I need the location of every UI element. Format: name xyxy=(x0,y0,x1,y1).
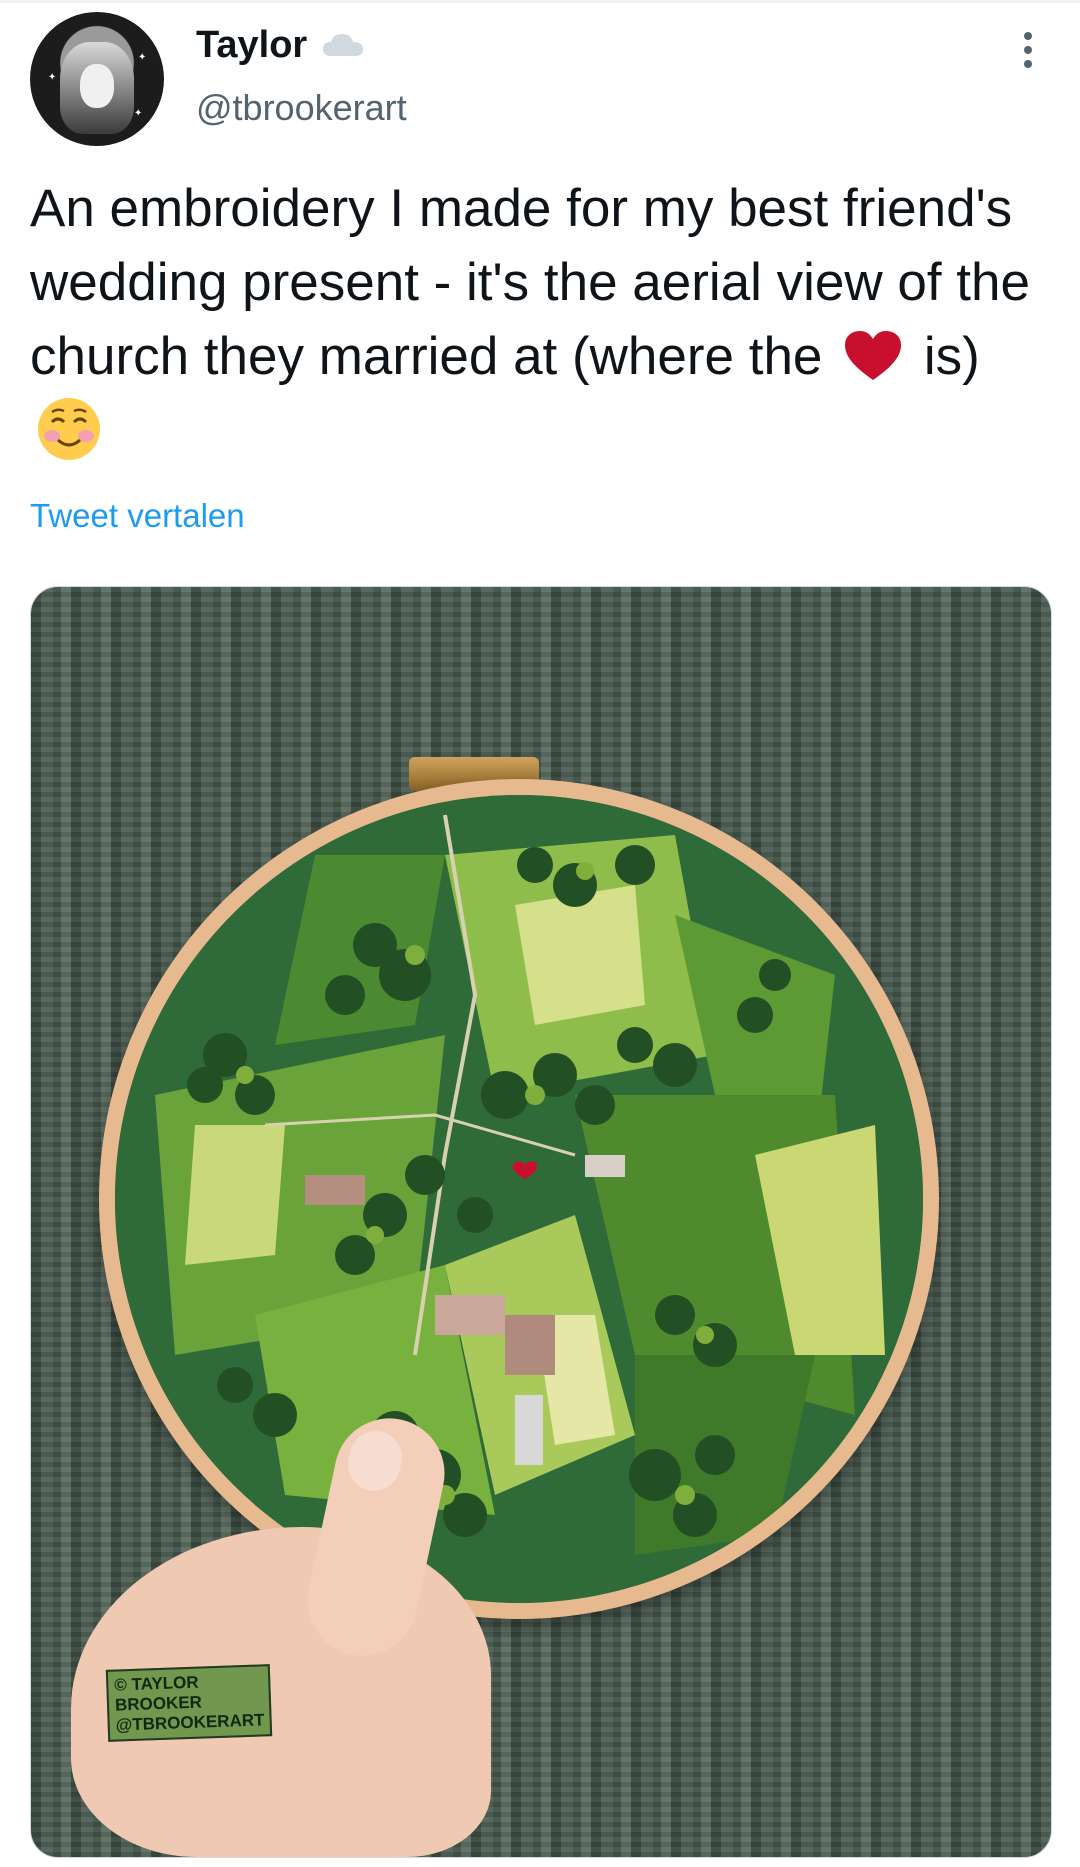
embroidery-fields-illustration xyxy=(115,795,923,1603)
author-name-row: Taylor xyxy=(196,22,365,68)
embroidered-aerial-view xyxy=(115,795,923,1603)
star-icon: ✦ xyxy=(48,72,57,83)
more-options-icon[interactable] xyxy=(1020,30,1036,70)
red-heart-icon xyxy=(845,331,902,380)
user-handle[interactable]: @tbrookerart xyxy=(196,86,407,130)
embroidery-hoop xyxy=(99,779,939,1619)
avatar[interactable]: ✦ ✦ ✦ xyxy=(30,12,164,146)
display-name[interactable]: Taylor xyxy=(196,22,307,68)
translate-tweet-link[interactable]: Tweet vertalen xyxy=(30,494,245,538)
avatar-face xyxy=(80,64,114,108)
watermark-line-2: @TBROOKERART xyxy=(115,1710,265,1735)
tweet-text-part2: is) xyxy=(923,327,980,386)
watermark: © TAYLOR BROOKER @TBROOKERART xyxy=(105,1664,273,1742)
smiling-face-icon xyxy=(38,398,100,460)
star-icon: ✦ xyxy=(134,108,143,119)
tweet-image[interactable]: © TAYLOR BROOKER @TBROOKERART xyxy=(30,586,1052,1858)
watermark-line-1: © TAYLOR BROOKER xyxy=(113,1672,203,1715)
cloud-icon xyxy=(323,34,364,56)
tweet-text: An embroidery I made for my best friend'… xyxy=(30,172,1040,468)
star-icon: ✦ xyxy=(138,52,147,63)
top-divider xyxy=(0,0,1080,3)
